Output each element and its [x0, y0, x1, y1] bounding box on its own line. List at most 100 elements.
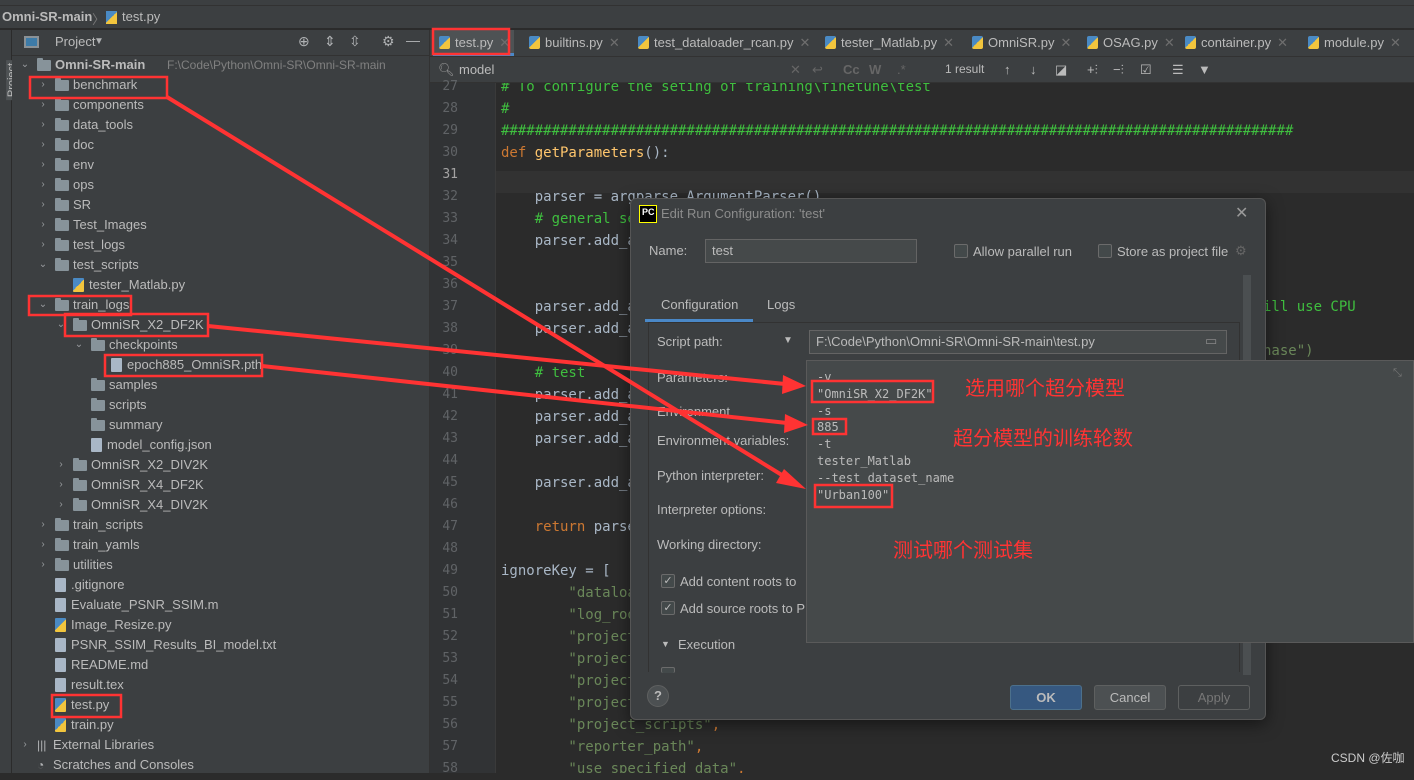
chevron-right-icon[interactable]: ›	[38, 115, 48, 135]
tree-item[interactable]: tester_Matlab.py	[12, 275, 430, 295]
project-view-selector[interactable]: Project	[55, 34, 95, 49]
chevron-right-icon[interactable]: ›	[38, 555, 48, 575]
tree-item[interactable]: › OmniSR_X2_DIV2K	[12, 455, 430, 475]
apply-button[interactable]: Apply	[1178, 685, 1250, 710]
tree-item[interactable]: › OmniSR_X4_DIV2K	[12, 495, 430, 515]
tree-item[interactable]: ⌄ test_scripts	[12, 255, 430, 275]
tab-module-py[interactable]: module.py ✕	[1302, 30, 1405, 56]
chevron-right-icon[interactable]: ›	[38, 235, 48, 255]
tree-item[interactable]: › train_scripts	[12, 515, 430, 535]
chevron-down-icon[interactable]: ▼	[783, 335, 793, 346]
tree-item[interactable]: samples	[12, 375, 430, 395]
gear-icon[interactable]: ⚙	[1235, 243, 1247, 259]
allow-parallel-checkbox[interactable]	[954, 244, 968, 258]
tree-item[interactable]: › ops	[12, 175, 430, 195]
chevron-right-icon[interactable]: ›	[38, 215, 48, 235]
collapse-all-icon[interactable]: ⇳	[349, 33, 361, 50]
close-tab-icon[interactable]: ✕	[1277, 35, 1288, 50]
tree-item[interactable]: test.py	[12, 695, 430, 715]
tree-item[interactable]: ⌄ train_logs	[12, 295, 430, 315]
chevron-right-icon[interactable]: ›	[20, 735, 30, 755]
tree-item[interactable]: › data_tools	[12, 115, 430, 135]
tree-item[interactable]: README.md	[12, 655, 430, 675]
chevron-right-icon[interactable]: ›	[56, 455, 66, 475]
chevron-right-icon[interactable]: ›	[38, 175, 48, 195]
tree-item[interactable]: › doc	[12, 135, 430, 155]
tab-test-py[interactable]: test.py ✕	[433, 30, 515, 56]
tree-item[interactable]: › ||| External Libraries	[12, 735, 430, 755]
chevron-right-icon[interactable]: ›	[38, 155, 48, 175]
tree-item[interactable]: › utilities	[12, 555, 430, 575]
chevron-right-icon[interactable]: ›	[38, 195, 48, 215]
regex-toggle[interactable]: .*	[897, 62, 906, 77]
select-all-icon[interactable]: ◪	[1055, 62, 1067, 78]
chevron-right-icon[interactable]: ›	[56, 495, 66, 515]
chevron-right-icon[interactable]: ›	[38, 135, 48, 155]
close-tab-icon[interactable]: ✕	[799, 35, 810, 50]
tree-item[interactable]: scripts	[12, 395, 430, 415]
match-case-toggle[interactable]: Cc	[843, 62, 860, 77]
tab-container-py[interactable]: container.py ✕	[1179, 30, 1292, 56]
locate-icon[interactable]: ⊕	[298, 33, 310, 50]
tree-item[interactable]: ⌄ OmniSR_X2_DF2K	[12, 315, 430, 335]
script-path-input[interactable]: F:\Code\Python\Omni-SR\Omni-SR-main\test…	[809, 330, 1227, 354]
tree-item[interactable]: summary	[12, 415, 430, 435]
breadcrumb-file[interactable]: test.py	[122, 9, 160, 24]
chevron-down-icon[interactable]: ⌄	[20, 55, 30, 75]
search-input[interactable]: model	[459, 62, 494, 77]
close-tab-icon[interactable]: ✕	[1060, 35, 1071, 50]
select-all-occurrences-icon[interactable]: ☑	[1140, 62, 1152, 78]
tree-item[interactable]: ⌄ Omni-SR-main F:\Code\Python\Omni-SR\Omni…	[12, 55, 430, 75]
name-input[interactable]: test	[705, 239, 917, 263]
remove-occurrence-icon[interactable]: −⫶	[1113, 62, 1124, 78]
chevron-right-icon[interactable]: ›	[38, 75, 48, 95]
previous-occurrence-icon[interactable]: ↑	[1004, 62, 1011, 77]
multiline-icon[interactable]: ↩	[812, 62, 823, 78]
tab-logs[interactable]: Logs	[767, 297, 795, 312]
tree-item[interactable]: train.py	[12, 715, 430, 735]
tree-item[interactable]: Image_Resize.py	[12, 615, 430, 635]
help-button[interactable]: ?	[647, 685, 669, 707]
filter-search-icon[interactable]: ☰	[1172, 62, 1184, 78]
close-tab-icon[interactable]: ✕	[609, 35, 620, 50]
tree-item[interactable]: › Test_Images	[12, 215, 430, 235]
tree-item[interactable]: › OmniSR_X4_DF2K	[12, 475, 430, 495]
parameters-expanded-editor[interactable]: ⤡ -v "OmniSR_X2_DF2K" -s 885 -t tester_Matlab…	[806, 360, 1414, 643]
gear-icon[interactable]: ⚙	[382, 33, 395, 50]
expand-all-icon[interactable]: ⇕	[324, 33, 336, 50]
tree-item[interactable]: .gitignore	[12, 575, 430, 595]
chevron-down-icon[interactable]: ⌄	[74, 335, 84, 355]
collapse-icon[interactable]: ⤡	[1393, 367, 1402, 380]
breadcrumb-project[interactable]: Omni-SR-main	[2, 9, 92, 24]
chevron-right-icon[interactable]: ›	[38, 535, 48, 555]
close-tab-icon[interactable]: ✕	[943, 35, 954, 50]
tree-item[interactable]: PSNR_SSIM_Results_BI_model.txt	[12, 635, 430, 655]
source-roots-checkbox[interactable]: ✓	[661, 601, 675, 615]
chevron-right-icon[interactable]: ›	[56, 475, 66, 495]
tree-item[interactable]: Evaluate_PSNR_SSIM.m	[12, 595, 430, 615]
next-occurrence-icon[interactable]: ↓	[1030, 62, 1037, 77]
tab-configuration[interactable]: Configuration	[661, 297, 738, 312]
tab-builtins-py[interactable]: builtins.py ✕	[523, 30, 624, 56]
tree-item[interactable]: epoch885_OmniSR.pth	[12, 355, 430, 375]
tree-item[interactable]: › SR	[12, 195, 430, 215]
cancel-button[interactable]: Cancel	[1094, 685, 1166, 710]
chevron-down-icon[interactable]: ⌄	[56, 315, 66, 335]
chevron-down-icon[interactable]: ▼	[94, 36, 104, 47]
ok-button[interactable]: OK	[1010, 685, 1082, 710]
chevron-right-icon[interactable]: ›	[38, 515, 48, 535]
store-project-checkbox[interactable]	[1098, 244, 1112, 258]
tree-item[interactable]: model_config.json	[12, 435, 430, 455]
clear-icon[interactable]: ✕	[790, 62, 801, 78]
chevron-down-icon[interactable]: ▼	[661, 639, 670, 649]
tree-item[interactable]: › benchmark	[12, 75, 430, 95]
words-toggle[interactable]: W	[869, 62, 881, 77]
tree-item[interactable]: › components	[12, 95, 430, 115]
hide-icon[interactable]: —	[406, 32, 420, 48]
tab-omnisr-py[interactable]: OmniSR.py ✕	[966, 30, 1075, 56]
chevron-down-icon[interactable]: ⌄	[38, 255, 48, 275]
checkbox-partial[interactable]	[661, 667, 675, 673]
tree-item[interactable]: › train_yamls	[12, 535, 430, 555]
close-icon[interactable]: ✕	[1235, 203, 1248, 223]
close-tab-icon[interactable]: ✕	[499, 35, 510, 50]
